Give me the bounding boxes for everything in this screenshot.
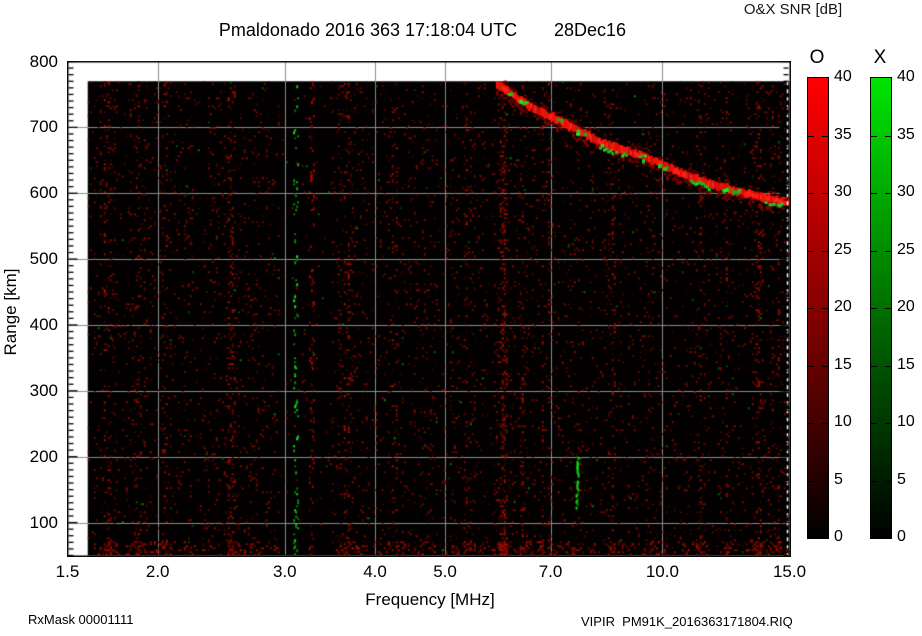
colorbar-tick — [871, 423, 877, 424]
y-tick-label: 600 — [29, 183, 58, 203]
colorbar-X — [870, 77, 892, 539]
y-tick-label: 800 — [29, 51, 58, 71]
colorbar-tick-label: 15 — [834, 355, 852, 373]
colorbar-header-X: X — [873, 47, 887, 68]
x-tick-label: 15.0 — [772, 562, 807, 581]
colorbar-tick — [871, 250, 877, 252]
colorbar-tick — [885, 423, 891, 424]
y-tick-label: 700 — [29, 117, 58, 137]
x-axis-title: Frequency [MHz] — [365, 590, 495, 609]
y-tick-label: 100 — [29, 512, 58, 532]
colorbar-tick — [822, 365, 828, 367]
plot-date: 28Dec16 — [553, 20, 627, 40]
colorbar-tick-label: 15 — [897, 355, 915, 373]
colorbar-tick-label: 0 — [834, 528, 843, 545]
colorbar-tick — [808, 250, 814, 252]
colorbar-tick — [808, 480, 814, 482]
colorbar-tick-label: 0 — [897, 528, 906, 545]
colorbar-tick-label: 25 — [834, 240, 852, 258]
colorbar-O — [807, 77, 829, 539]
colorbar-tick — [871, 365, 877, 367]
colorbar-tick — [808, 193, 814, 194]
colorbar-tick-label: 10 — [834, 413, 852, 430]
colorbar-tick-label: 30 — [834, 183, 852, 200]
colorbar-tick-label: 35 — [897, 125, 915, 143]
ionogram-page: Pmaldonado 2016 363 17:18:04 UTC 28Dec16… — [0, 0, 922, 636]
x-tick-label: 4.0 — [363, 562, 387, 581]
x-tick-label: 10.0 — [645, 562, 679, 581]
rxmask-text: RxMask 00001111 — [28, 612, 134, 627]
colorbar-tick-label: 40 — [834, 68, 852, 85]
y-axis-title: Range [km] — [1, 268, 20, 356]
colorbar-tick — [871, 193, 877, 194]
colorbar-tick — [808, 423, 814, 424]
x-tick-label: 1.5 — [55, 562, 80, 581]
y-tick-label: 200 — [29, 446, 58, 466]
colorbar-tick-label: 5 — [834, 470, 843, 488]
colorbar-tick — [822, 480, 828, 482]
colorbar-tick — [885, 135, 891, 137]
colorbar-tick — [822, 308, 828, 309]
colorbar-tick — [808, 135, 814, 137]
colorbar-tick — [885, 308, 891, 309]
colorbar-tick — [885, 365, 891, 367]
colorbar-tick — [822, 250, 828, 252]
colorbar-tick — [808, 308, 814, 309]
colorbar-title: O&X SNR [dB] — [743, 1, 843, 18]
colorbar-tick-label: 25 — [897, 240, 915, 258]
x-tick-label: 2.0 — [145, 562, 170, 581]
colorbar-tick — [885, 193, 891, 194]
colorbar-tick — [885, 250, 891, 252]
colorbar-tick — [822, 193, 828, 194]
x-tick-label: 3.0 — [273, 562, 297, 581]
filename-text: VIPIR PM91K_2016363171804.RIQ — [581, 614, 793, 629]
colorbar-tick — [871, 308, 877, 309]
colorbar-tick-label: 30 — [897, 183, 915, 200]
colorbar-tick — [822, 423, 828, 424]
colorbar-tick-label: 5 — [897, 470, 906, 488]
colorbar-tick-label: 40 — [897, 68, 915, 85]
colorbar-tick-label: 20 — [834, 298, 852, 315]
colorbar-tick — [871, 480, 877, 482]
colorbar-header-O: O — [809, 47, 825, 68]
colorbar-tick — [871, 135, 877, 137]
colorbar-tick-label: 35 — [834, 125, 852, 143]
y-tick-label: 300 — [29, 380, 58, 400]
colorbar-tick — [808, 365, 814, 367]
x-tick-label: 7.0 — [538, 562, 563, 581]
colorbar-tick — [822, 135, 828, 137]
colorbar-tick-label: 10 — [897, 413, 915, 430]
colorbar-tick-label: 20 — [897, 298, 915, 315]
ionogram-heatmap-canvas — [67, 61, 791, 557]
colorbar-tick — [885, 480, 891, 482]
x-tick-label: 5.0 — [433, 562, 457, 581]
